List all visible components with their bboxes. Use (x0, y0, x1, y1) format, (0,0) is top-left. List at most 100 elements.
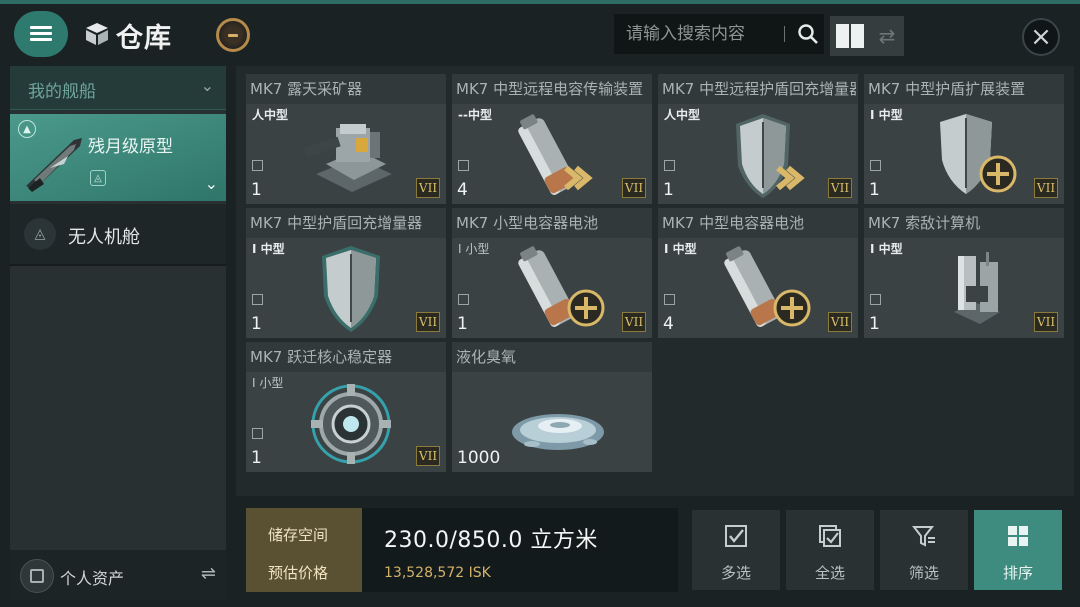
inventory-item[interactable]: MK7 中型护盾回充增量器 I 中型 1 VII (246, 208, 446, 338)
chevron-down-icon: ⌄ (200, 76, 214, 95)
ring-icon[interactable] (216, 18, 250, 52)
swap-view-icon[interactable]: ⇄ (870, 16, 904, 56)
search-box (614, 14, 824, 54)
item-size: I 中型 (870, 242, 903, 256)
item-name: MK7 中型护盾扩展装置 (868, 80, 1026, 98)
tier-badge: VII (416, 312, 440, 332)
chevron-down-icon[interactable]: ⌄ (205, 174, 218, 193)
lock-icon (870, 160, 881, 171)
item-body: I 中型 1 VII (864, 238, 1064, 338)
item-size: 人中型 (664, 108, 701, 122)
item-name: MK7 中型远程电容传输装置 (456, 80, 644, 98)
item-size: I 中型 (870, 108, 903, 122)
inventory-item[interactable]: MK7 中型远程电容传输装置 --中型 4 VII (452, 74, 652, 204)
shield-booster-icon (322, 246, 380, 332)
tier-badge: VII (1034, 312, 1058, 332)
item-size: 人中型 (252, 108, 289, 122)
storage-panel: 储存空间 预估价格 230.0/850.0 立方米 13,528,572 ISK (246, 508, 678, 592)
sort-label: 排序 (1002, 564, 1033, 582)
item-body: --中型 4 VII (452, 104, 652, 204)
lock-icon (252, 428, 263, 439)
grid-view-icon[interactable] (830, 16, 870, 56)
item-quantity: 1 (251, 448, 262, 468)
filter-icon (912, 526, 935, 547)
menu-button[interactable] (14, 11, 68, 57)
ships-section-header[interactable]: 我的舰船 ⌄ (10, 66, 226, 110)
capacitor-battery-icon (724, 246, 811, 327)
personal-assets-button[interactable]: 个人资产 ⇌ (10, 550, 226, 600)
item-quantity: 1 (869, 180, 880, 200)
inventory-item[interactable]: MK7 跃迁核心稳定器 I 小型 1 VII (246, 342, 446, 472)
item-name: MK7 小型电容器电池 (456, 214, 599, 232)
personal-assets-label: 个人资产 (60, 569, 125, 588)
item-name: MK7 中型远程护盾回充增量器 (662, 80, 856, 98)
filter-button[interactable]: 筛选 (880, 510, 968, 590)
drone-bay-label: 无人机舱 (68, 227, 140, 248)
ship-class-icon: ◬ (90, 170, 106, 186)
item-quantity: 4 (457, 180, 468, 200)
tier-badge: VII (622, 312, 646, 332)
item-quantity: 1 (251, 180, 262, 200)
item-name: MK7 露天采矿器 (250, 80, 363, 98)
sort-grid-icon (1008, 526, 1028, 546)
hamburger-icon (30, 26, 52, 42)
item-size: I 小型 (458, 242, 490, 256)
checkbox-icon (725, 525, 747, 547)
lock-icon (664, 294, 675, 305)
item-body: I 中型 1 VII (246, 238, 446, 338)
item-body: I 小型 1 VII (246, 372, 446, 472)
inventory-grid: MK7 露天采矿器 人中型 1 VII MK7 中型远程电容传输装置 --中型 (236, 66, 1074, 496)
search-icon[interactable] (797, 23, 819, 45)
inventory-item[interactable]: MK7 中型护盾扩展装置 I 中型 1 VII (864, 74, 1064, 204)
inventory-item[interactable]: MK7 露天采矿器 人中型 1 VII (246, 74, 446, 204)
item-quantity: 1 (251, 314, 262, 334)
inventory-item[interactable]: MK7 中型电容器电池 I 中型 4 VII (658, 208, 858, 338)
ship-icon (26, 138, 82, 192)
lock-icon (458, 294, 469, 305)
sort-button[interactable]: 排序 (974, 510, 1062, 590)
multi-select-button[interactable]: 多选 (692, 510, 780, 590)
remote-shield-icon (736, 114, 805, 198)
drone-icon: ◬ (24, 218, 56, 250)
multi-select-label: 多选 (720, 564, 751, 582)
item-body: 人中型 1 VII (658, 104, 858, 204)
filter-label: 筛选 (908, 564, 939, 582)
storage-labels: 储存空间 预估价格 (246, 508, 362, 592)
capacitor-battery-icon (518, 246, 605, 327)
item-name: MK7 中型电容器电池 (662, 214, 805, 232)
item-name: MK7 中型护盾回充增量器 (250, 214, 423, 232)
search-divider (784, 26, 785, 42)
item-quantity: 1 (663, 180, 674, 200)
inventory-item[interactable]: MK7 小型电容器电池 I 小型 1 VII (452, 208, 652, 338)
item-body: I 小型 1 VII (452, 238, 652, 338)
item-name: MK7 索敌计算机 (868, 214, 981, 232)
inventory-item[interactable]: 液化臭氧 1000 (452, 342, 652, 472)
drone-bay-item[interactable]: ◬ 无人机舱 (10, 204, 226, 266)
storage-space-value: 230.0/850.0 立方米 (384, 528, 598, 553)
tier-badge: VII (828, 178, 852, 198)
sidebar: 我的舰船 ⌄ ▲ 残月级原型 ◬ ⌄ ◬ 无人机舱 个人资产 ⇌ (10, 66, 226, 600)
search-input[interactable] (626, 24, 782, 44)
item-quantity: 1 (869, 314, 880, 334)
item-name: MK7 跃迁核心稳定器 (250, 348, 393, 366)
ship-card[interactable]: ▲ 残月级原型 ◬ ⌄ (10, 114, 226, 201)
select-all-icon (819, 525, 841, 547)
page-title: 仓库 (116, 23, 172, 54)
item-body: I 中型 1 VII (864, 104, 1064, 204)
inventory-item[interactable]: MK7 索敌计算机 I 中型 1 VII (864, 208, 1064, 338)
item-size: I 中型 (252, 242, 285, 256)
lock-icon (252, 294, 263, 305)
inventory-item[interactable]: MK7 中型远程护盾回充增量器 人中型 1 VII (658, 74, 858, 204)
tier-badge: VII (828, 312, 852, 332)
header: 仓库 ⇄ × (0, 4, 1080, 62)
close-button[interactable]: × (1022, 18, 1060, 56)
estimated-price-label: 预估价格 (268, 564, 329, 582)
select-all-button[interactable]: 全选 (786, 510, 874, 590)
item-size: --中型 (458, 108, 492, 122)
lock-icon (458, 160, 469, 171)
estimated-price-value: 13,528,572 ISK (384, 565, 491, 581)
capacitor-transfer-icon (518, 114, 593, 195)
cube-icon (86, 23, 108, 45)
item-quantity: 1 (457, 314, 468, 334)
item-body: 人中型 1 VII (246, 104, 446, 204)
